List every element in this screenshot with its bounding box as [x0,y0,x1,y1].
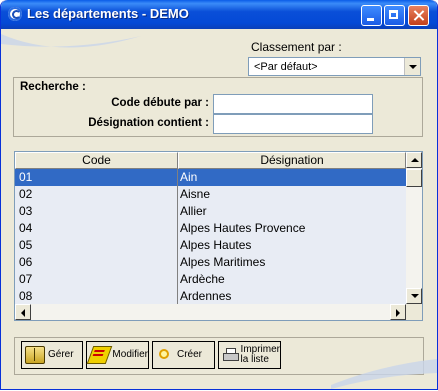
chevron-down-icon[interactable] [404,58,420,75]
column-header-code[interactable]: Code [15,152,178,169]
cell-code: 02 [15,186,178,203]
code-label: Code débute par : [111,97,209,109]
close-button[interactable] [408,5,429,26]
cell-code: 04 [15,220,178,237]
cell-code: 06 [15,254,178,271]
vertical-scroll-thumb[interactable] [406,169,422,187]
cell-code: 05 [15,237,178,254]
table-row[interactable]: 01 Ain [15,169,406,186]
horizontal-scrollbar[interactable] [15,304,406,320]
cell-code: 08 [15,288,178,305]
departments-grid: Code Désignation 01 Ain 02 Aisne 03 Alli… [14,151,423,321]
scroll-right-button[interactable] [390,304,406,320]
designation-label: Désignation contient : [88,117,209,129]
decorative-swoosh-top [1,34,141,48]
code-input[interactable] [213,94,373,114]
arrow-right-icon [396,309,400,317]
modify-button[interactable]: Modifier [86,341,149,369]
horizontal-scroll-track[interactable] [31,304,390,320]
table-row[interactable]: 04 Alpes Hautes Provence [15,220,406,237]
create-label: Créer [177,349,203,360]
cell-code: 03 [15,203,178,220]
sparkle-icon [156,347,174,363]
cell-code: 07 [15,271,178,288]
cell-designation: Alpes Hautes Provence [180,221,306,235]
pencil-icon [86,346,113,364]
arrow-down-icon [411,294,419,298]
create-button[interactable]: Créer [152,341,215,369]
title-bar[interactable]: Les départements - DEMO [1,0,437,29]
table-row[interactable]: 06 Alpes Maritimes [15,254,406,271]
modify-label: Modifier [112,349,148,360]
cell-designation: Alpes Hautes [180,238,252,252]
maximize-button[interactable] [384,5,405,26]
minimize-button[interactable] [361,5,382,26]
cell-designation: Aisne [180,187,211,201]
scroll-up-button[interactable] [406,152,422,168]
sort-label: Classement par : [251,40,342,54]
table-row[interactable]: 03 Allier [15,203,406,220]
departments-window: Les départements - DEMO Classement par :… [0,0,438,390]
cell-designation: Ardèche [180,272,225,286]
print-label-line2: la liste [240,354,269,365]
table-row[interactable]: 05 Alpes Hautes [15,237,406,254]
cell-code: 01 [15,169,178,186]
table-row[interactable]: 08 Ardennes [15,288,406,305]
vertical-scrollbar[interactable] [406,152,422,304]
app-icon [8,7,22,21]
table-row[interactable]: 02 Aisne [15,186,406,203]
cell-designation: Ardennes [180,289,232,303]
print-label: Imprimer la liste [241,345,280,365]
manage-label: Gérer [48,349,74,360]
scroll-down-button[interactable] [406,288,422,304]
book-icon [25,346,45,364]
print-list-button[interactable]: Imprimer la liste [218,341,281,369]
arrow-left-icon [21,309,25,317]
cell-designation: Alpes Maritimes [180,255,266,269]
printer-icon [222,347,239,363]
column-header-designation[interactable]: Désignation [178,152,406,169]
sort-selected-value: <Par défaut> [254,61,318,73]
grid-rows: 01 Ain 02 Aisne 03 Allier 04 Alpes Haute… [15,169,406,305]
scroll-left-button[interactable] [15,304,31,320]
decorative-swoosh-bottom [331,359,437,389]
cell-designation: Ain [180,170,198,184]
scrollbar-corner [406,304,422,320]
manage-button[interactable]: Gérer [21,341,83,369]
sort-select[interactable]: <Par défaut> [248,57,421,76]
search-title: Recherche : [20,81,86,93]
cell-designation: Allier [180,204,207,218]
designation-input[interactable] [213,114,373,134]
arrow-up-icon [411,158,419,162]
table-row[interactable]: 07 Ardèche [15,271,406,288]
grid-header: Code Désignation [15,152,406,169]
window-title: Les départements - DEMO [27,6,189,21]
